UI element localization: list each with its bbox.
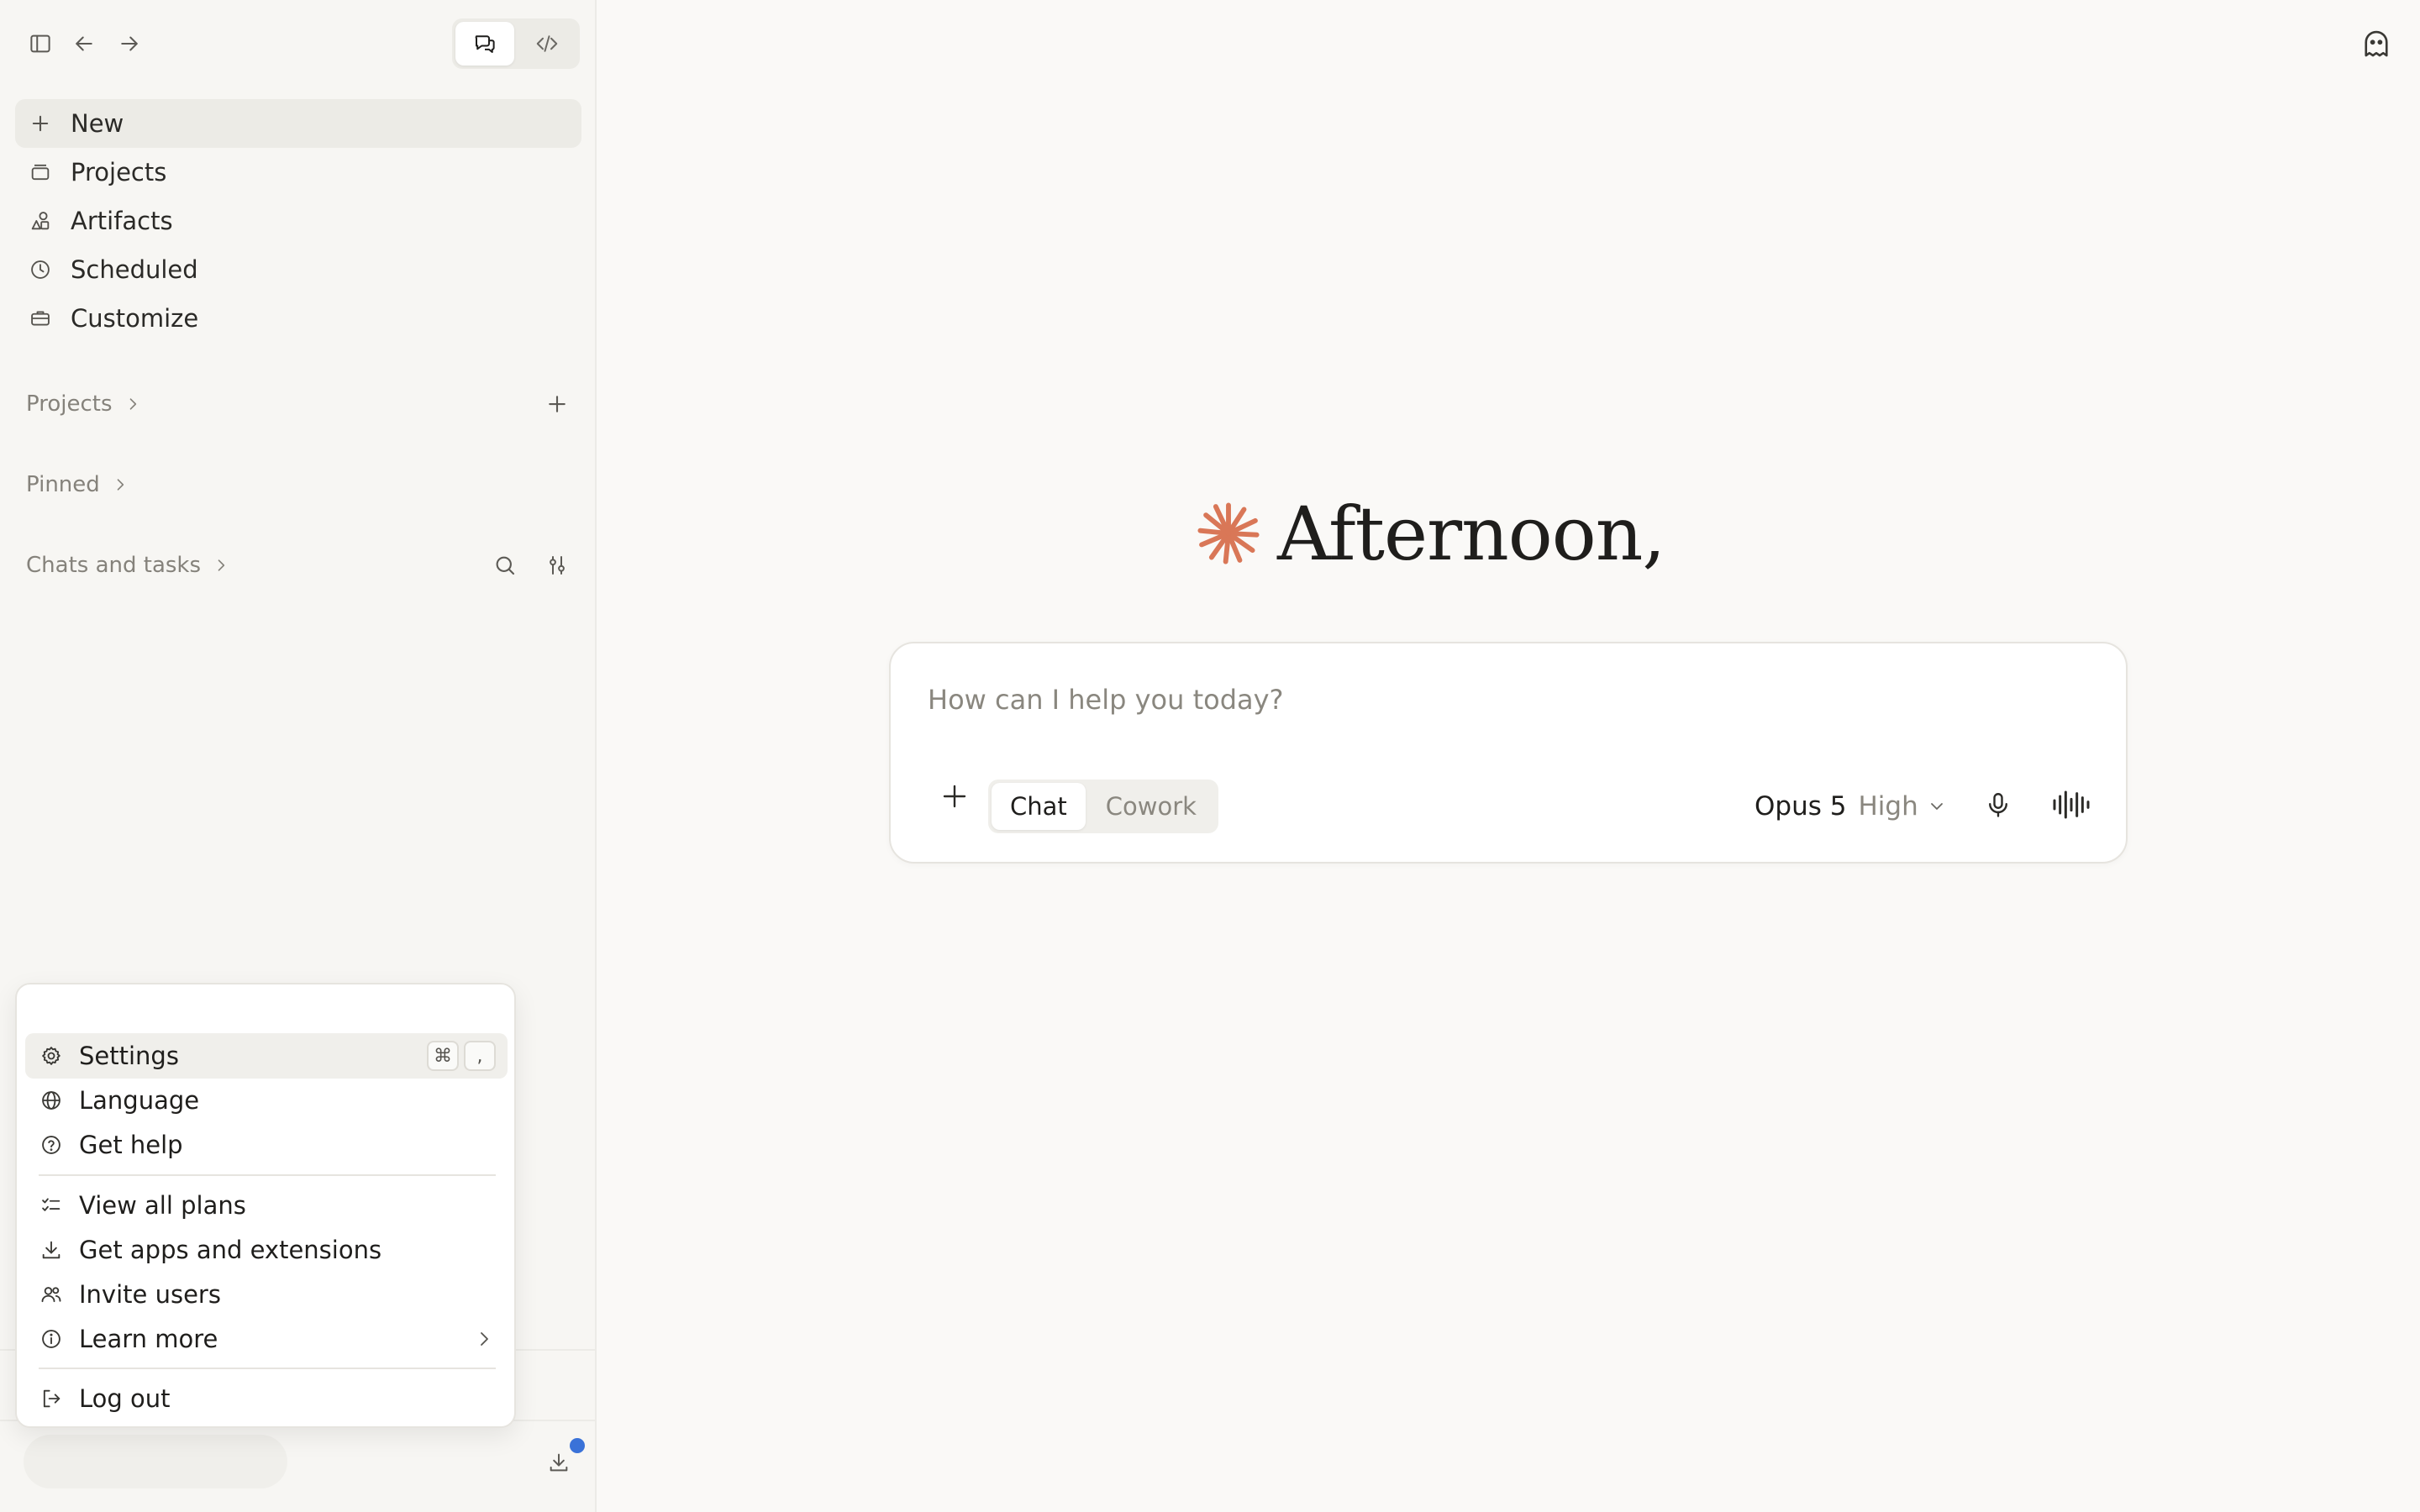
filter-chats-button[interactable]	[542, 550, 572, 580]
menu-item-label: Language	[79, 1086, 200, 1115]
checklist-icon	[39, 1193, 64, 1218]
shortcut-key: ,	[464, 1041, 496, 1071]
sidebar-item-artifacts[interactable]: Artifacts	[15, 197, 581, 245]
code-icon	[536, 35, 558, 52]
gear-icon	[39, 1043, 64, 1068]
menu-item-label: Learn more	[79, 1325, 218, 1353]
menu-divider	[39, 1368, 496, 1369]
menu-item-settings[interactable]: Settings ⌘ ,	[25, 1033, 508, 1079]
sidebar-toggle-icon[interactable]	[22, 25, 59, 62]
sliders-icon	[550, 556, 565, 575]
search-icon	[496, 556, 515, 575]
menu-item-log-out[interactable]: Log out	[25, 1376, 508, 1421]
chat-mode-button[interactable]	[455, 22, 514, 66]
menu-item-get-help[interactable]: Get help	[25, 1122, 508, 1168]
download-button[interactable]	[543, 1446, 575, 1478]
chevron-right-icon	[129, 398, 136, 410]
notification-dot	[570, 1438, 585, 1453]
folder-icon	[27, 159, 54, 186]
code-mode-button[interactable]	[518, 22, 576, 66]
brand-logo-icon	[1197, 502, 1260, 564]
sidebar-item-label: New	[71, 109, 124, 138]
sidebar-item-customize[interactable]: Customize	[15, 294, 581, 343]
section-title: Chats and tasks	[26, 553, 202, 578]
section-title: Projects	[26, 391, 113, 417]
cowork-mode-tab[interactable]: Cowork	[1087, 783, 1215, 830]
menu-item-view-all-plans[interactable]: View all plans	[25, 1183, 508, 1228]
chevron-right-icon	[117, 479, 124, 491]
menu-item-language[interactable]: Language	[25, 1078, 508, 1123]
menu-item-label: Log out	[79, 1384, 171, 1413]
microphone-icon	[1989, 793, 2007, 817]
app: New Projects Artifacts Scheduled Customi…	[0, 0, 2420, 1512]
menu-item-invite-users[interactable]: Invite users	[25, 1272, 508, 1317]
ghost-icon[interactable]	[2358, 25, 2395, 62]
sidebar-item-label: Customize	[71, 304, 199, 333]
effort-level: High	[1858, 791, 1918, 822]
users-icon	[39, 1282, 64, 1307]
menu-item-label: View all plans	[79, 1191, 246, 1220]
microphone-button[interactable]	[1980, 786, 2017, 823]
add-project-button[interactable]	[542, 389, 572, 419]
chat-mode-tab[interactable]: Chat	[992, 783, 1086, 830]
voice-mode-button[interactable]	[2049, 786, 2094, 823]
sidebar-item-scheduled[interactable]: Scheduled	[15, 245, 581, 294]
forward-arrow-icon[interactable]	[111, 25, 148, 62]
chevron-right-icon	[481, 1332, 488, 1346]
sidebar-topbar	[0, 0, 597, 87]
chevron-down-icon	[1930, 803, 1943, 810]
sidebar-item-new[interactable]: New	[15, 99, 581, 148]
app-mode-toggle	[452, 18, 580, 69]
plus-icon	[549, 396, 566, 412]
info-icon	[39, 1326, 64, 1352]
help-circle-icon	[39, 1132, 64, 1158]
globe-icon	[39, 1088, 64, 1113]
briefcase-icon	[27, 305, 54, 332]
download-icon	[39, 1237, 64, 1263]
projects-section-header[interactable]: Projects	[26, 383, 572, 425]
chevron-right-icon	[218, 559, 225, 571]
sidebar-nav: New Projects Artifacts Scheduled Customi…	[15, 99, 581, 343]
menu-divider	[39, 1174, 496, 1176]
sidebar-item-label: Scheduled	[71, 255, 198, 284]
settings-shortcut: ⌘ ,	[427, 1041, 496, 1071]
model-name: Opus 5	[1754, 791, 1847, 822]
greeting-text: Afternoon,	[1277, 490, 1665, 577]
sidebar-item-label: Artifacts	[71, 207, 173, 235]
search-chats-button[interactable]	[490, 550, 520, 580]
account-button[interactable]	[24, 1435, 287, 1488]
sidebar-item-projects[interactable]: Projects	[15, 148, 581, 197]
section-title: Pinned	[26, 472, 100, 497]
greeting: Afternoon,	[1193, 487, 1665, 580]
pinned-section-header[interactable]: Pinned	[26, 464, 572, 506]
sidebar-item-label: Projects	[71, 158, 167, 186]
model-selector[interactable]: Opus 5 High	[1754, 783, 1947, 830]
logout-icon	[39, 1386, 64, 1411]
mode-segmented-control: Chat Cowork	[988, 780, 1218, 833]
menu-item-get-apps[interactable]: Get apps and extensions	[25, 1227, 508, 1273]
add-attachment-button[interactable]	[936, 778, 973, 815]
menu-item-label: Get apps and extensions	[79, 1236, 382, 1264]
menu-item-label: Settings	[79, 1042, 179, 1070]
download-icon	[550, 1453, 568, 1472]
plus-icon	[27, 110, 54, 137]
composer[interactable]: How can I help you today? Chat Cowork Op…	[889, 642, 2128, 864]
shortcut-key: ⌘	[427, 1041, 459, 1071]
chats-section-header[interactable]: Chats and tasks	[26, 544, 572, 586]
back-arrow-icon[interactable]	[66, 25, 103, 62]
menu-item-label: Invite users	[79, 1280, 221, 1309]
plus-icon	[943, 785, 966, 808]
prompt-input[interactable]: How can I help you today?	[928, 684, 1284, 716]
clock-icon	[27, 256, 54, 283]
shapes-icon	[27, 207, 54, 234]
waveform-icon	[2053, 790, 2090, 819]
chat-bubbles-icon	[475, 35, 495, 53]
menu-item-learn-more[interactable]: Learn more	[25, 1316, 508, 1362]
menu-item-label: Get help	[79, 1131, 183, 1159]
account-menu: Settings ⌘ , Language Get help View all …	[15, 983, 516, 1428]
